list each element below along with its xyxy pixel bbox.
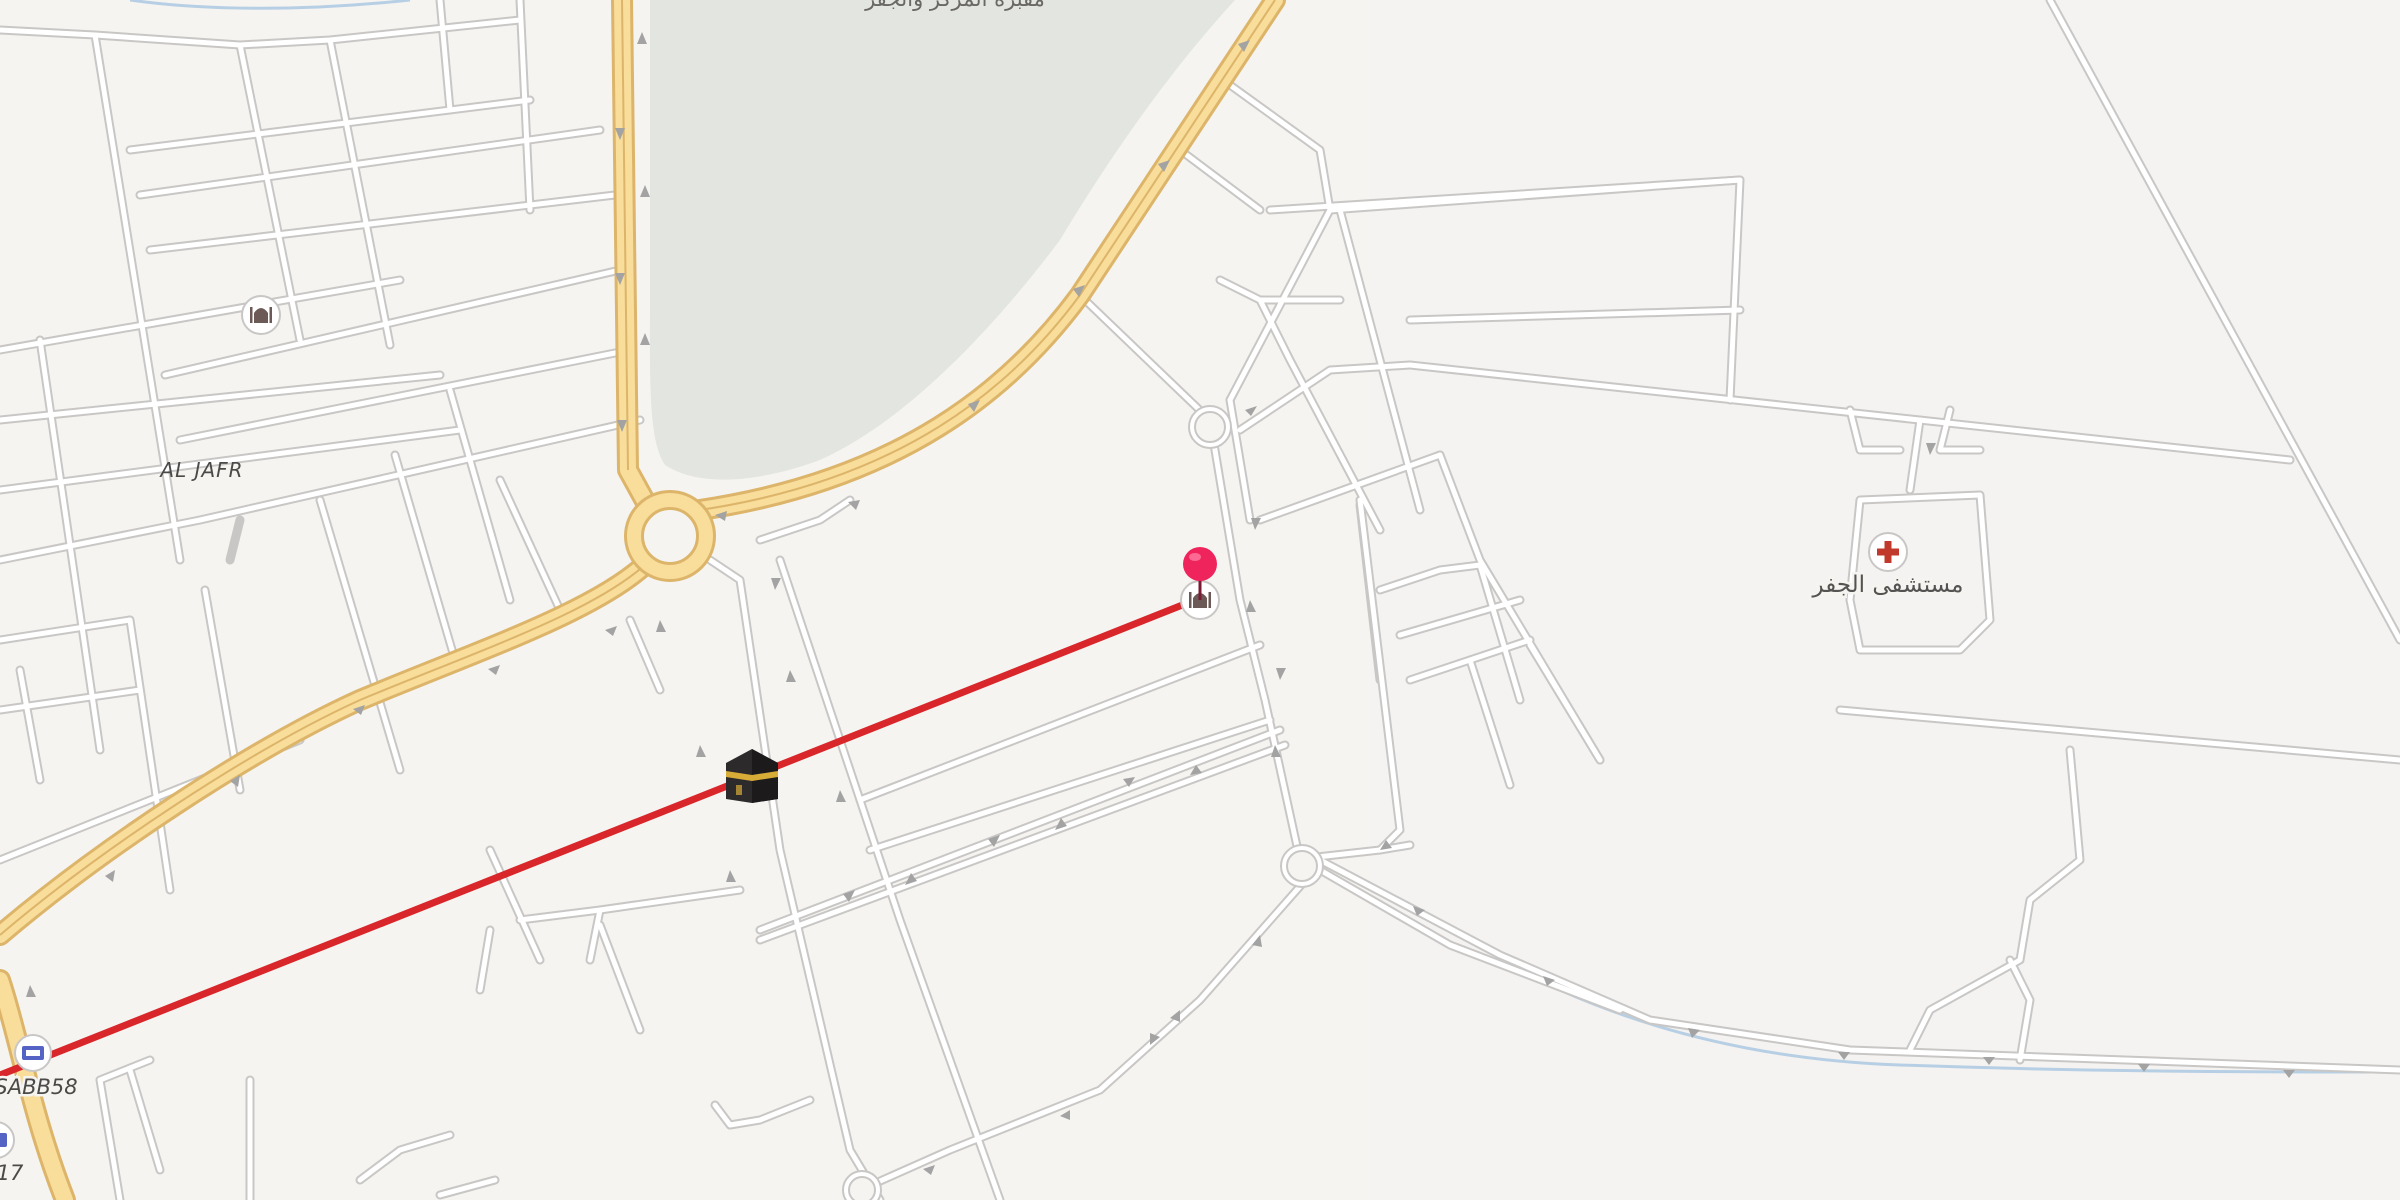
hospital-label: مستشفى الجفر xyxy=(1812,572,1964,598)
bank-label: 17 xyxy=(0,1161,24,1185)
bank-label: SABB58 xyxy=(0,1075,78,1099)
hospital-cross-icon[interactable] xyxy=(1868,532,1908,572)
bank-icon[interactable] xyxy=(14,1034,52,1072)
district-label: AL JAFR xyxy=(158,458,243,482)
cemetery-label: مقبرة المركز والجفر xyxy=(864,0,1045,11)
map-canvas[interactable]: AL JAFR مستشفى الجفر مقبرة المركز والجفر… xyxy=(0,0,2400,1200)
mosque-icon[interactable] xyxy=(241,295,281,335)
